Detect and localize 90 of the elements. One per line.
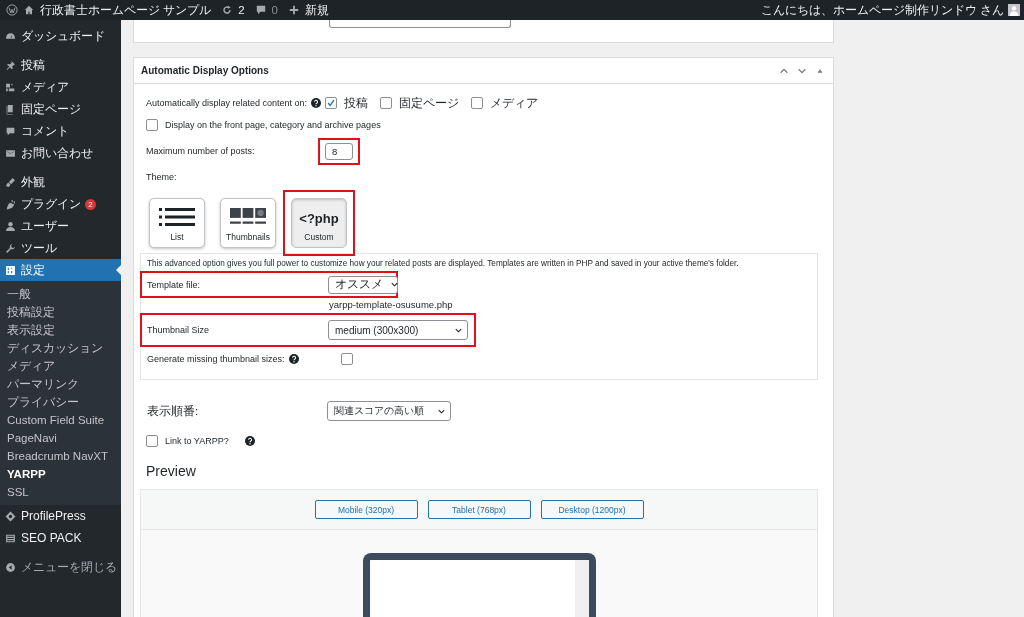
wordpress-logo-icon[interactable] (6, 4, 18, 16)
menu-item[interactable]: 設定 (0, 259, 121, 281)
dashboard-icon (5, 30, 16, 42)
comments-count[interactable]: 0 (271, 4, 278, 16)
menu-item[interactable]: 固定ページ (0, 98, 121, 120)
submenu-item[interactable]: ディスカッション (0, 339, 121, 357)
checkbox-label: 固定ページ (399, 95, 460, 111)
preview-heading: Preview (146, 463, 197, 481)
menu-item[interactable]: メディア (0, 76, 121, 98)
checkbox[interactable] (146, 435, 158, 447)
collapse-menu-button[interactable]: メニューを閉じる (0, 556, 121, 578)
panel-title: Automatic Display Options (141, 65, 269, 76)
submenu-item[interactable]: 表示設定 (0, 321, 121, 339)
user-icon (5, 220, 16, 232)
menu-item[interactable]: ProfilePress (0, 505, 121, 527)
template-select[interactable]: オススメ (328, 275, 398, 294)
updates-count[interactable]: 2 (238, 4, 245, 16)
field-label: Automatically display related content on: (146, 98, 308, 108)
home-icon (23, 4, 35, 16)
menu-item[interactable]: コメント (0, 120, 121, 142)
submenu-item[interactable]: Custom Field Suite (0, 411, 121, 429)
checkbox-label: メディア (490, 95, 539, 111)
list-icon (159, 207, 195, 227)
brush-icon (5, 176, 16, 188)
submenu-item[interactable]: YARPP (0, 465, 121, 483)
thumbnail-size-select[interactable]: medium (300x300) (328, 320, 468, 340)
menu-item[interactable]: プラグイン 2 (0, 193, 121, 215)
menu-item[interactable]: SEO PACK (0, 527, 121, 549)
menu-item[interactable]: お問い合わせ (0, 142, 121, 164)
submenu-item[interactable]: 投稿設定 (0, 303, 121, 321)
submenu-item[interactable]: メディア (0, 357, 121, 375)
checkbox[interactable] (471, 97, 484, 109)
submenu-item[interactable]: 一般 (0, 285, 121, 303)
greeting-link[interactable]: こんにちは、ホームページ制作リンドウ さん (760, 2, 1004, 18)
site-name-link[interactable]: 行政書士ホームページ サンプル (40, 2, 212, 18)
page-icon (5, 103, 16, 115)
plus-icon (288, 4, 300, 16)
help-icon[interactable] (311, 98, 322, 108)
checkbox[interactable] (340, 353, 353, 365)
select-field[interactable] (329, 20, 511, 28)
checkbox-label: 投稿 (344, 95, 369, 111)
theme-button[interactable]: Thumbnails (220, 198, 276, 248)
menu-item[interactable]: ユーザー (0, 215, 121, 237)
thumbnails-icon (230, 207, 266, 227)
field-label: Generate missing thumbnail sizes: (147, 354, 285, 364)
checkbox-label: Display on the front page, category and archive pages (165, 120, 381, 130)
device-button[interactable]: Mobile (320px) (314, 500, 418, 519)
submenu-item[interactable]: PageNavi (0, 429, 121, 447)
new-link[interactable]: 新規 (305, 2, 329, 18)
settings-icon (5, 264, 16, 276)
comment-icon (254, 4, 267, 16)
order-select[interactable]: 関連スコアの高い順 (327, 401, 451, 421)
field-label: 表示順番: (146, 403, 200, 419)
menu-item[interactable]: ダッシュボード (0, 25, 121, 47)
field-label: Template file: (147, 279, 202, 290)
submenu-item[interactable]: SSL (0, 483, 121, 501)
menu-item[interactable]: ツール (0, 237, 121, 259)
field-label: Thumbnail Size (147, 325, 211, 335)
caret-icon (390, 280, 399, 289)
php-code-icon: <?php (299, 211, 339, 226)
checkbox[interactable] (325, 97, 338, 109)
refresh-icon (221, 4, 234, 16)
device-button[interactable]: Desktop (1200px) (540, 500, 644, 519)
checkbox-label: Link to YARPP? (165, 436, 229, 446)
help-icon[interactable] (244, 436, 255, 446)
checkbox[interactable] (380, 97, 393, 109)
checkbox[interactable] (146, 119, 158, 131)
theme-button[interactable]: List (149, 198, 205, 248)
comment-icon (5, 125, 16, 137)
field-label: Maximum number of posts: (146, 146, 256, 156)
submenu-item[interactable]: パーマリンク (0, 375, 121, 393)
file-name: yarpp-template-osusume.php (328, 298, 454, 312)
pin-icon (5, 59, 16, 71)
submenu-item[interactable]: Breadcrumb NavXT (0, 447, 121, 465)
help-icon[interactable] (288, 354, 299, 364)
collapse-icon (5, 561, 16, 573)
plugin-icon (5, 198, 16, 210)
wrench-icon (5, 242, 16, 254)
menu-item[interactable]: 外観 (0, 171, 121, 193)
description-text: This advanced option gives you full power to customize how your related posts are displayed. Templates are written in PHP and saved in your active theme's folder. (146, 258, 740, 270)
media-icon (5, 81, 16, 93)
theme-button[interactable]: <?php Custom (291, 198, 347, 248)
menu-item[interactable]: 投稿 (0, 54, 121, 76)
device-button[interactable]: Tablet (768px) (427, 500, 531, 519)
submenu-item[interactable]: プライバシー (0, 393, 121, 411)
avatar-icon[interactable] (1008, 4, 1020, 16)
number-field[interactable]: 8 (325, 142, 353, 160)
count-badge: 2 (85, 198, 96, 210)
mail-icon (5, 147, 16, 159)
field-label: Theme: (146, 172, 177, 182)
